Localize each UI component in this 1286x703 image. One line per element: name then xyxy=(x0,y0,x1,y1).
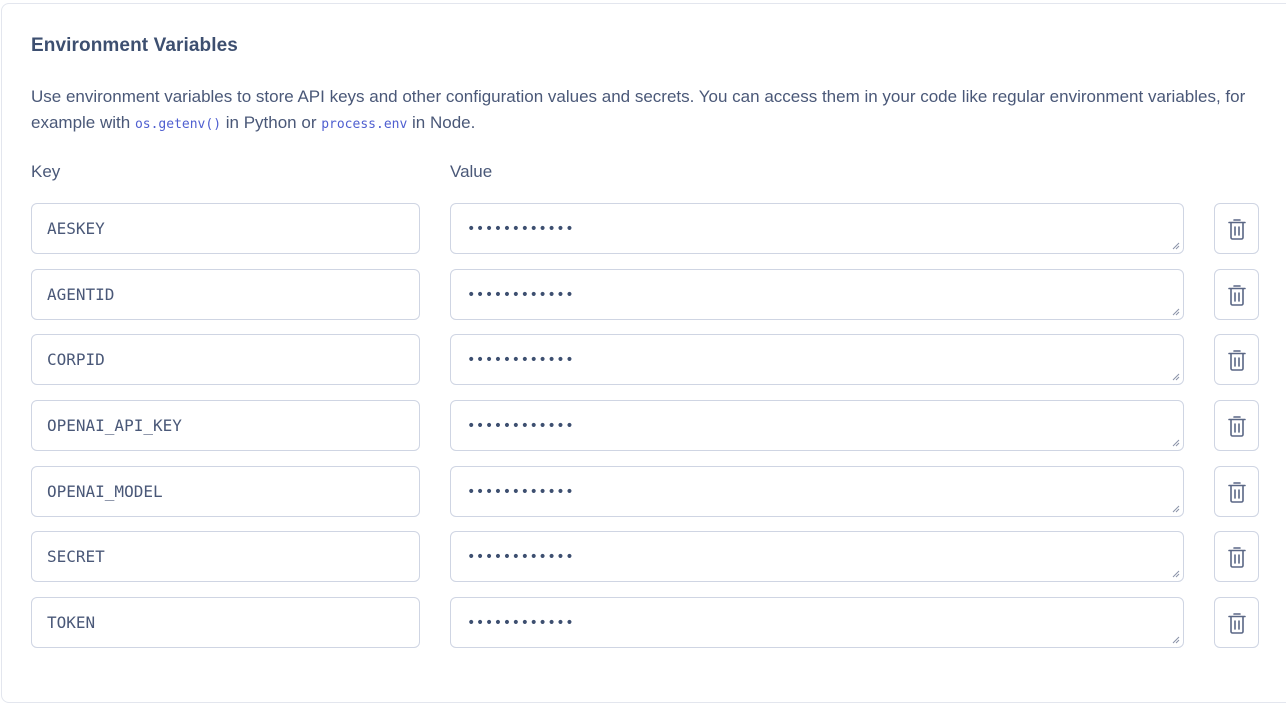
masked-value: •••••••••••• xyxy=(467,548,575,565)
key-input[interactable]: AGENTID xyxy=(31,269,420,320)
value-input[interactable]: •••••••••••• xyxy=(450,400,1184,451)
value-input[interactable]: •••••••••••• xyxy=(450,531,1184,582)
value-input[interactable]: •••••••••••• xyxy=(450,466,1184,517)
variable-row: OPENAI_API_KEY •••••••••••• xyxy=(0,400,1286,451)
key-input[interactable]: CORPID xyxy=(31,334,420,385)
masked-value: •••••••••••• xyxy=(467,286,575,303)
section-description: Use environment variables to store API k… xyxy=(31,84,1256,138)
resize-handle-icon[interactable] xyxy=(1172,505,1180,513)
trash-icon xyxy=(1227,284,1246,306)
masked-value: •••••••••••• xyxy=(467,614,575,631)
resize-handle-icon[interactable] xyxy=(1172,242,1180,250)
code-os-getenv: os.getenv() xyxy=(134,117,222,132)
description-text-3: in Node. xyxy=(407,113,476,132)
key-column-label: Key xyxy=(31,162,61,181)
delete-button[interactable] xyxy=(1214,400,1259,451)
trash-icon xyxy=(1227,415,1246,437)
value-input[interactable]: •••••••••••• xyxy=(450,334,1184,385)
key-input[interactable]: TOKEN xyxy=(31,597,420,648)
masked-value: •••••••••••• xyxy=(467,351,575,368)
value-input[interactable]: •••••••••••• xyxy=(450,269,1184,320)
variable-row: CORPID •••••••••••• xyxy=(0,334,1286,385)
variable-row: AESKEY •••••••••••• xyxy=(0,203,1286,254)
value-input[interactable]: •••••••••••• xyxy=(450,597,1184,648)
section-title: Environment Variables xyxy=(31,35,238,56)
resize-handle-icon[interactable] xyxy=(1172,570,1180,578)
resize-handle-icon[interactable] xyxy=(1172,308,1180,316)
delete-button[interactable] xyxy=(1214,466,1259,517)
code-process-env: process.env xyxy=(321,117,408,132)
delete-button[interactable] xyxy=(1214,334,1259,385)
masked-value: •••••••••••• xyxy=(467,417,575,434)
resize-handle-icon[interactable] xyxy=(1172,439,1180,447)
key-input[interactable]: OPENAI_MODEL xyxy=(31,466,420,517)
delete-button[interactable] xyxy=(1214,597,1259,648)
delete-button[interactable] xyxy=(1214,531,1259,582)
delete-button[interactable] xyxy=(1214,203,1259,254)
key-input[interactable]: SECRET xyxy=(31,531,420,582)
trash-icon xyxy=(1227,612,1246,634)
description-text-2: in Python or xyxy=(221,113,322,132)
value-input[interactable]: •••••••••••• xyxy=(450,203,1184,254)
trash-icon xyxy=(1227,218,1246,240)
masked-value: •••••••••••• xyxy=(467,483,575,500)
trash-icon xyxy=(1227,349,1246,371)
trash-icon xyxy=(1227,546,1246,568)
key-input[interactable]: OPENAI_API_KEY xyxy=(31,400,420,451)
value-column-label: Value xyxy=(450,162,493,181)
variable-row: SECRET •••••••••••• xyxy=(0,531,1286,582)
key-input[interactable]: AESKEY xyxy=(31,203,420,254)
variable-row: OPENAI_MODEL •••••••••••• xyxy=(0,466,1286,517)
variable-row: AGENTID •••••••••••• xyxy=(0,269,1286,320)
resize-handle-icon[interactable] xyxy=(1172,373,1180,381)
masked-value: •••••••••••• xyxy=(467,220,575,237)
delete-button[interactable] xyxy=(1214,269,1259,320)
trash-icon xyxy=(1227,481,1246,503)
resize-handle-icon[interactable] xyxy=(1172,636,1180,644)
variable-row: TOKEN •••••••••••• xyxy=(0,597,1286,648)
